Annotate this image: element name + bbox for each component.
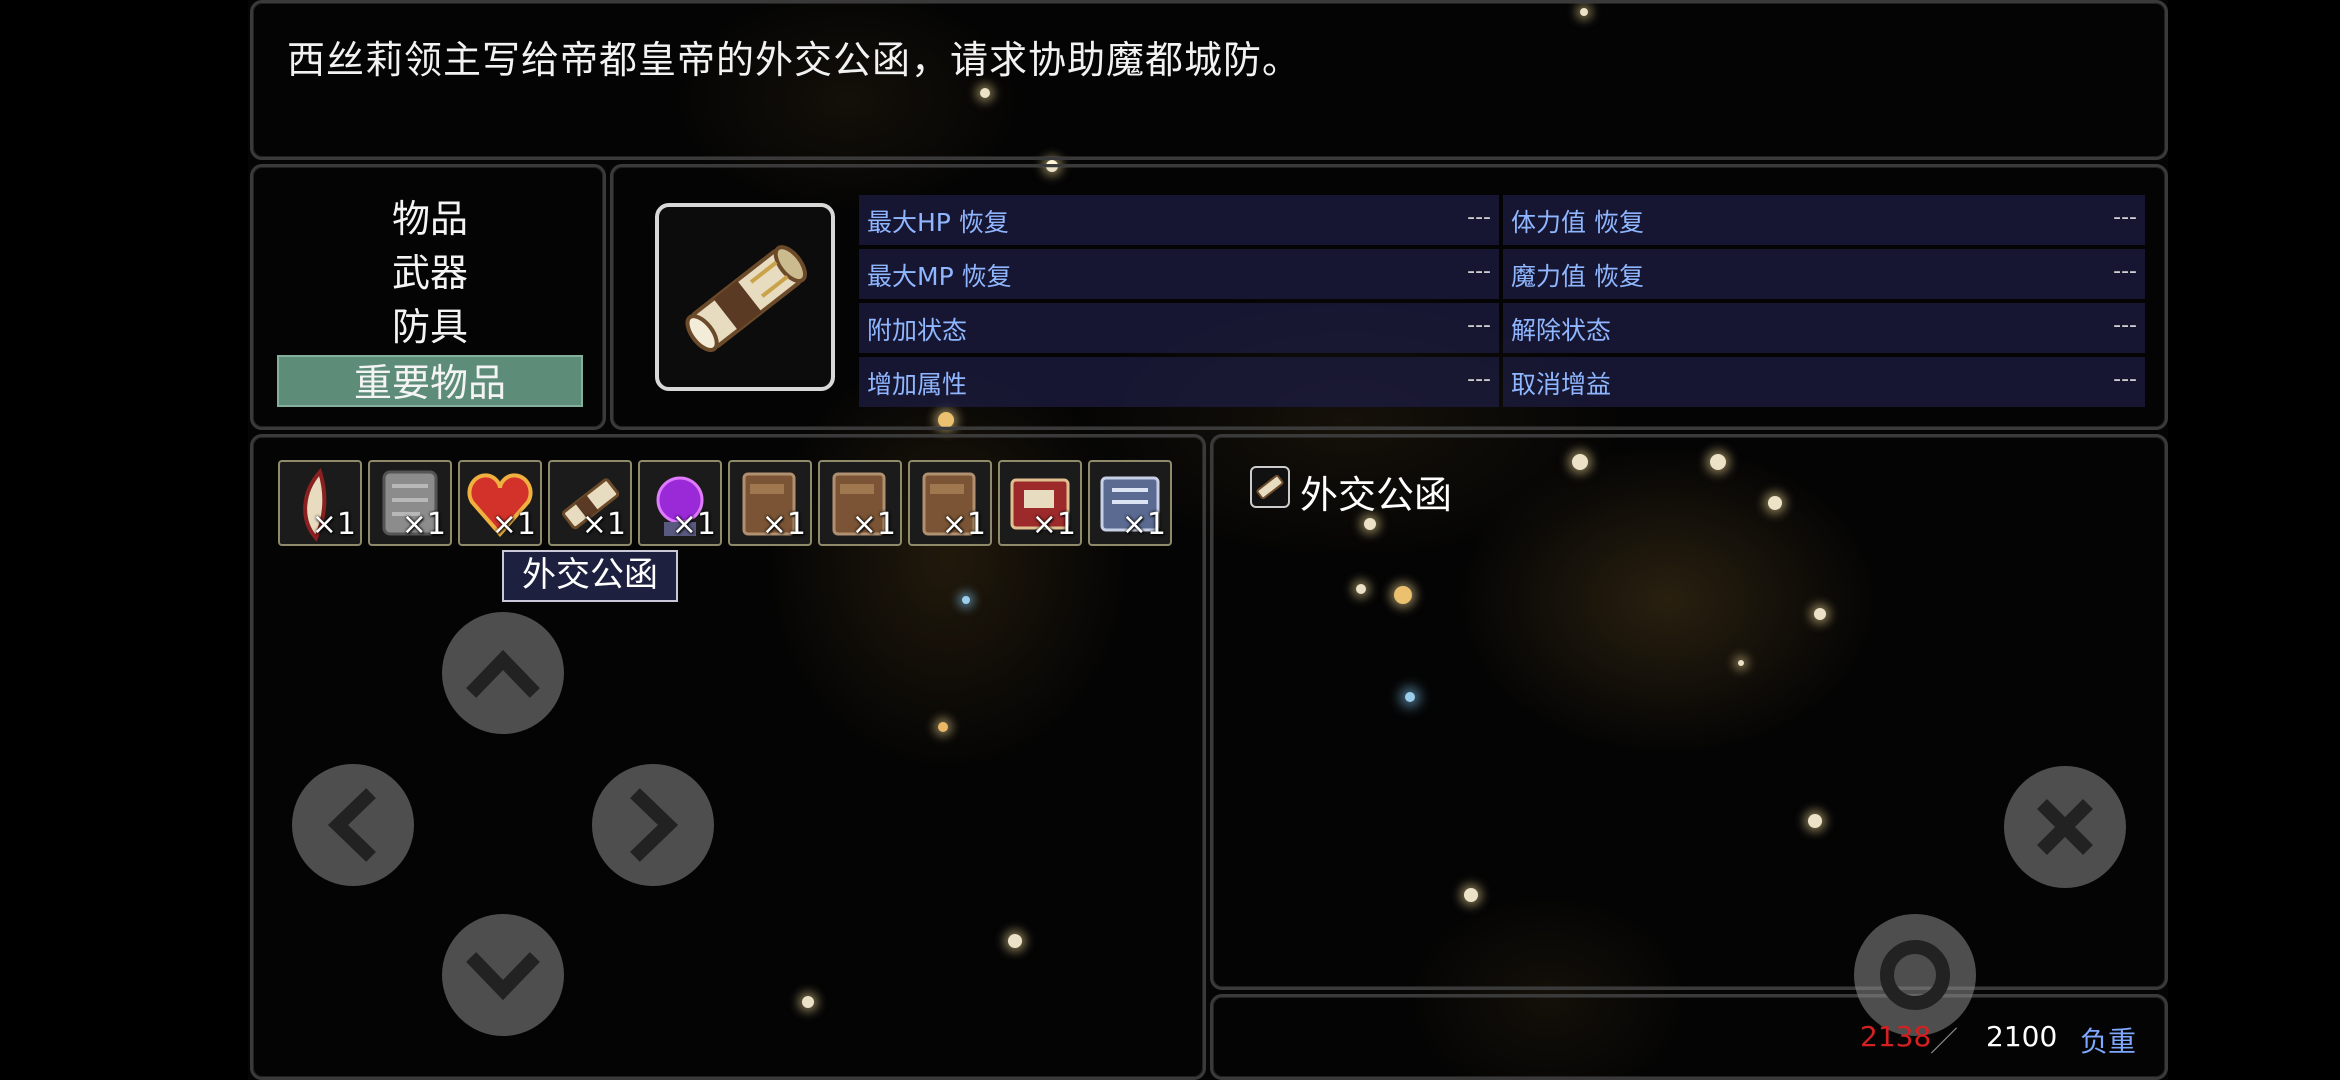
stat-row-max-mp: 最大MP 恢复 ---	[859, 249, 1499, 299]
weight-current: 2138	[1860, 1020, 1932, 1053]
detail-item-icon-frame	[1250, 466, 1290, 508]
dpad-left-button[interactable]	[292, 764, 414, 886]
confirm-button[interactable]	[1854, 914, 1976, 1036]
category-weapons[interactable]: 武器	[277, 247, 583, 299]
item-tooltip: 外交公函	[502, 550, 678, 602]
stat-row-max-hp: 最大HP 恢复 ---	[859, 195, 1499, 245]
inventory-slot[interactable]: ×1	[908, 460, 992, 546]
weight-max: 2100	[1986, 1020, 2058, 1053]
scroll-icon	[685, 245, 807, 352]
stat-row-add-element: 增加属性 ---	[859, 357, 1499, 407]
inventory-slot[interactable]: ×1	[818, 460, 902, 546]
stat-row-stamina: 体力值 恢复 ---	[1503, 195, 2145, 245]
stat-row-remove-buff: 取消增益 ---	[1503, 357, 2145, 407]
inventory-slot[interactable]: ×1	[548, 460, 632, 546]
stat-row-mana: 魔力值 恢复 ---	[1503, 249, 2145, 299]
inventory-slot[interactable]: ×1	[1088, 460, 1172, 546]
inventory-slot[interactable]: ×1	[728, 460, 812, 546]
arrow-down-icon	[466, 952, 540, 1001]
inventory-slot[interactable]: ×1	[458, 460, 542, 546]
inventory-slot[interactable]: ×1	[368, 460, 452, 546]
cancel-button[interactable]	[2004, 766, 2126, 888]
help-text: 西丝莉领主写给帝都皇帝的外交公函，请求协助魔都城防。	[287, 38, 1302, 82]
arrow-right-icon	[630, 788, 679, 862]
inventory-slot[interactable]: ×1	[998, 460, 1082, 546]
help-window: 西丝莉领主写给帝都皇帝的外交公函，请求协助魔都城防。	[250, 0, 2168, 160]
weight-separator: ／	[1930, 1025, 1959, 1058]
category-key-items[interactable]: 重要物品	[277, 355, 583, 407]
weight-label: 负重	[2080, 1025, 2137, 1058]
item-large-icon-frame	[655, 203, 835, 391]
category-armor[interactable]: 防具	[277, 301, 583, 353]
stat-row-add-state: 附加状态 ---	[859, 303, 1499, 353]
detail-item-name: 外交公函	[1300, 473, 1453, 517]
inventory-slot[interactable]: ×1	[278, 460, 362, 546]
close-icon	[2037, 799, 2093, 855]
item-status-window: 最大HP 恢复 --- 最大MP 恢复 --- 附加状态 --- 增加属性 --…	[610, 164, 2168, 430]
scroll-icon	[1256, 474, 1284, 500]
category-items[interactable]: 物品	[277, 193, 583, 245]
dpad-down-button[interactable]	[442, 914, 564, 1036]
category-window: 物品 武器 防具 重要物品	[250, 164, 606, 430]
stat-row-remove-state: 解除状态 ---	[1503, 303, 2145, 353]
arrow-left-icon	[327, 788, 376, 862]
dpad-up-button[interactable]	[442, 612, 564, 734]
circle-icon	[1880, 940, 1950, 1010]
inventory-slot[interactable]: ×1	[638, 460, 722, 546]
dpad-right-button[interactable]	[592, 764, 714, 886]
arrow-up-icon	[466, 649, 540, 698]
